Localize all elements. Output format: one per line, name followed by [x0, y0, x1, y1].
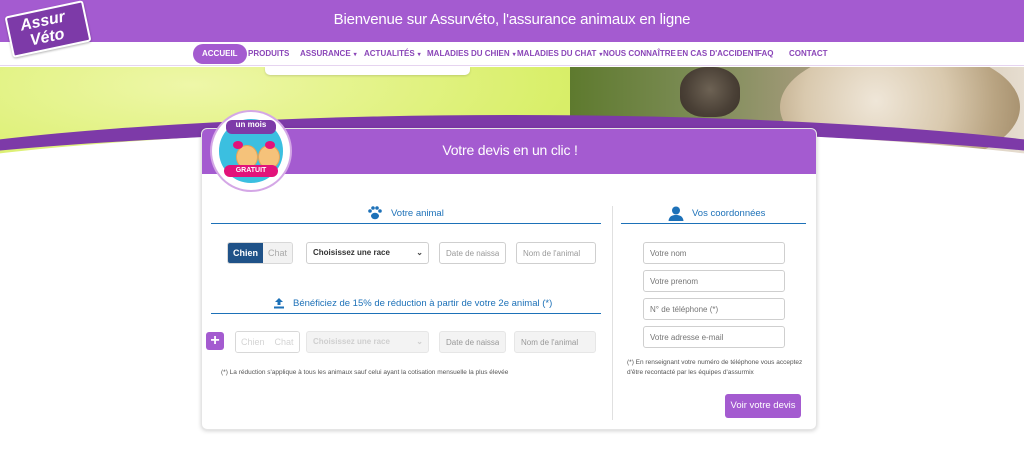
breed-select[interactable]: Choisissez une race ⌄	[306, 242, 429, 264]
nav-item-actualites[interactable]: ACTUALITÉS ▾	[364, 44, 421, 64]
animal-section-title: Votre animal	[367, 205, 444, 223]
assurveto-logo[interactable]: Assur Véto	[4, 0, 92, 58]
nav-label: ASSURANCE	[300, 49, 351, 58]
breed-select-value: Choisissez une race	[313, 248, 390, 257]
birth-date-input-disabled	[439, 331, 506, 353]
chevron-down-icon: ▾	[417, 52, 421, 58]
nav-item-accident[interactable]: EN CAS D'ACCIDENT	[677, 44, 758, 64]
phone-consent-note-line1: (*) En renseignant votre numéro de télép…	[627, 359, 803, 366]
chevron-down-icon: ▾	[353, 52, 357, 58]
nav-label: ACCUEIL	[202, 49, 238, 58]
kitten-image	[680, 67, 740, 117]
nav-item-assurance[interactable]: ASSURANCE ▾	[300, 44, 357, 64]
chevron-down-icon: ▾	[599, 52, 603, 58]
hero-card-edge	[265, 67, 470, 75]
bow-icon	[265, 141, 275, 149]
toggle-cat[interactable]: Chat	[263, 243, 293, 263]
animal-name-input-disabled	[514, 331, 596, 353]
nav-label: EN CAS D'ACCIDENT	[677, 49, 759, 58]
lastname-input[interactable]	[643, 242, 785, 264]
contact-section-underline	[621, 223, 806, 224]
see-quote-button[interactable]: Voir votre devis	[725, 394, 801, 418]
bow-icon	[233, 141, 243, 149]
email-input[interactable]	[643, 326, 785, 348]
nav-label: FAQ	[757, 49, 774, 58]
nav-item-faq[interactable]: FAQ	[757, 44, 773, 64]
chevron-down-icon: ⌄	[416, 337, 423, 346]
animal-section-underline	[211, 223, 601, 224]
nav-item-produits[interactable]: PRODUITS	[248, 44, 289, 64]
breed-select-value: Choisissez une race	[313, 337, 390, 346]
nav-label: NOUS CONNAÎTRE	[603, 49, 676, 58]
species-toggle-disabled: Chien Chat	[235, 331, 300, 353]
free-month-badge: un mois GRATUIT	[212, 112, 290, 190]
upload-icon	[274, 298, 284, 309]
nav-label: ACTUALITÉS	[364, 49, 415, 58]
second-animal-section-label: Bénéficiez de 15% de réduction à partir …	[293, 298, 553, 309]
badge-top-text: un mois	[226, 120, 276, 134]
contact-section-title: Vos coordonnées	[668, 205, 765, 223]
birth-date-input[interactable]	[439, 242, 506, 264]
nav-item-accueil[interactable]: ACCUEIL	[193, 44, 247, 64]
add-animal-button[interactable]: +	[206, 332, 224, 350]
chevron-down-icon: ⌄	[416, 248, 423, 257]
discount-note: (*) La réduction s'applique à tous les a…	[221, 369, 509, 376]
plus-icon: +	[210, 332, 220, 349]
firstname-input[interactable]	[643, 270, 785, 292]
toggle-dog[interactable]: Chien	[228, 243, 264, 263]
paw-icon	[368, 206, 382, 220]
nav-label: MALADIES DU CHIEN	[427, 49, 510, 58]
toggle-cat-disabled: Chat	[269, 332, 299, 352]
site-title: Bienvenue sur Assurvéto, l'assurance ani…	[333, 11, 691, 28]
page: Bienvenue sur Assurvéto, l'assurance ani…	[0, 0, 1024, 451]
breed-select-disabled: Choisissez une race ⌄	[306, 331, 429, 353]
nav-label: MALADIES DU CHAT	[517, 49, 597, 58]
badge-bottom-text: GRATUIT	[224, 165, 278, 177]
phone-consent-note-line2: d'être recontacté par les équipes d'assu…	[627, 369, 754, 376]
nav-item-maladies-chien[interactable]: MALADIES DU CHIEN ▾	[427, 44, 516, 64]
nav-label: CONTACT	[789, 49, 828, 58]
toggle-dog-disabled: Chien	[236, 332, 270, 352]
column-divider	[612, 206, 613, 420]
species-toggle: Chien Chat	[227, 242, 294, 264]
nav-item-maladies-chat[interactable]: MALADIES DU CHAT ▾	[517, 44, 602, 64]
chevron-down-icon: ▾	[512, 52, 516, 58]
second-animal-underline	[211, 313, 601, 314]
nav-item-nous-connaitre[interactable]: NOUS CONNAÎTRE	[603, 44, 676, 64]
user-icon	[668, 206, 684, 221]
nav-item-contact[interactable]: CONTACT	[789, 44, 828, 64]
animal-name-input[interactable]	[516, 242, 596, 264]
contact-section-label: Vos coordonnées	[692, 208, 766, 219]
second-animal-section-title: Bénéficiez de 15% de réduction à partir …	[273, 295, 552, 313]
main-nav: ACCUEIL PRODUITS ASSURANCE ▾ ACTUALITÉS ▾ …	[0, 42, 1024, 66]
nav-label: PRODUITS	[248, 49, 290, 58]
animal-section-label: Votre animal	[391, 208, 444, 219]
quote-card-title: Votre devis en un clic !	[442, 142, 578, 158]
phone-input[interactable]	[643, 298, 785, 320]
